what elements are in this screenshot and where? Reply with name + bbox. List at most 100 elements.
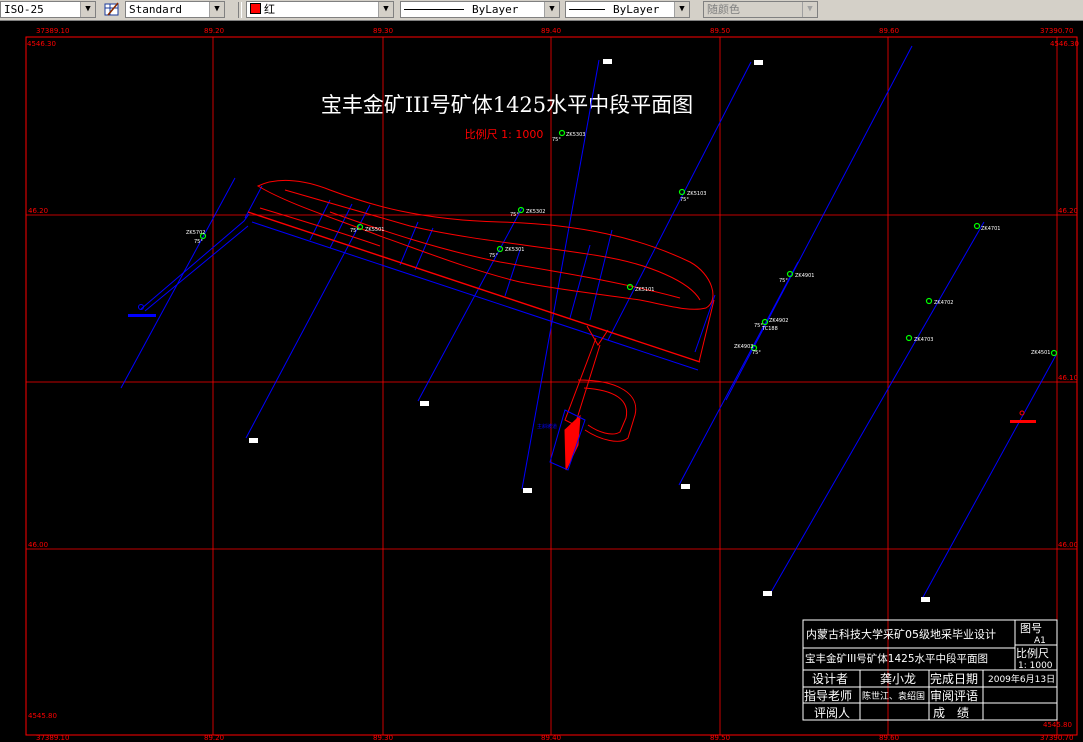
grid-label: 89.30 <box>373 27 393 35</box>
exploration-line <box>921 354 1057 600</box>
drill-hole-label: ZK5103 <box>687 191 706 197</box>
chevron-down-icon[interactable]: ▼ <box>544 2 559 17</box>
tb-drawing-name: 宝丰金矿III号矿体1425水平中段平面图 <box>805 652 988 665</box>
color-dropdown[interactable]: 红 ▼ <box>246 1 394 18</box>
grid-label: 37390.70 <box>1040 734 1073 742</box>
tc-label: TC188 <box>761 326 778 332</box>
drill-hole-marker <box>558 129 566 137</box>
advisor-label: 指导老师 <box>804 688 852 703</box>
grid-label: 89.20 <box>204 27 224 35</box>
drill-hole-label: ZK4902 <box>769 318 788 324</box>
grid-label: 89.60 <box>879 27 899 35</box>
grid-label: 46.00 <box>28 541 48 549</box>
drill-hole-marker <box>1050 349 1058 357</box>
exploration-line <box>120 177 236 389</box>
chevron-down-icon[interactable]: ▼ <box>674 2 689 17</box>
exploration-lines <box>120 45 1057 600</box>
grid-label: 89.60 <box>879 734 899 742</box>
reviewer-label: 评阅人 <box>814 706 850 720</box>
tablestyle-value: Standard <box>129 3 182 16</box>
grid-label: 89.40 <box>541 734 561 742</box>
dimstyle-dropdown[interactable]: ISO-25 ▼ <box>0 1 96 18</box>
drill-hole-label: ZK4703 <box>914 337 933 343</box>
sheet-label: 图号 <box>1020 622 1042 635</box>
table-style-icon[interactable] <box>104 2 120 17</box>
grid-label: 4545.80 <box>28 712 57 720</box>
drill-hole-label: ZK5501 <box>365 227 384 233</box>
drill-hole-label: ZK4901 <box>795 273 814 279</box>
grid-label: 4546.30 <box>1050 40 1079 48</box>
angle-label: 75° <box>680 197 689 203</box>
drill-hole-label: ZK5702 <box>186 230 205 236</box>
properties-toolbar: ISO-25 ▼ Standard ▼ 红 ▼ ByLayer ▼ ByLaye… <box>0 0 1083 21</box>
chevron-down-icon: ▼ <box>802 2 817 17</box>
drill-hole-marker <box>925 297 933 305</box>
designer-name: 龚小龙 <box>880 671 916 686</box>
red-swatch-icon <box>250 3 261 14</box>
grid-label: 46.20 <box>28 207 48 215</box>
grid-label: 89.50 <box>710 734 730 742</box>
drill-hole-label: ZK5302 <box>526 209 545 215</box>
grade-label: 成 绩 <box>933 706 969 720</box>
plotstyle-value: 随颜色 <box>707 3 740 16</box>
exploration-line <box>245 204 371 439</box>
drill-hole-label: ZK4702 <box>934 300 953 306</box>
sheet-no: A1 <box>1034 636 1046 646</box>
lineweight-dropdown[interactable]: ByLayer ▼ <box>565 1 690 18</box>
drawing-canvas[interactable]: 37389.10 4546.30 37390.70 4546.30 89.20 … <box>0 20 1083 742</box>
angle-label: 75° <box>510 212 519 218</box>
review-label: 审阅评语 <box>930 688 978 703</box>
grid-label: 89.20 <box>204 734 224 742</box>
grid-label: 46.20 <box>1058 207 1078 215</box>
drill-hole-marker <box>626 283 634 291</box>
dimstyle-value: ISO-25 <box>4 3 44 16</box>
drill-hole-label: ZK5303 <box>566 132 585 138</box>
linetype-preview <box>404 9 464 10</box>
drill-hole-marker <box>973 222 981 230</box>
completion-date: 2009年6月13日 <box>988 673 1055 685</box>
angle-label: 75° <box>552 137 561 143</box>
drill-hole-label: ZK4501 <box>1031 350 1050 356</box>
drawing-title: 宝丰金矿III号矿体1425水平中段平面图 <box>321 93 693 117</box>
lineweight-preview <box>569 9 605 10</box>
chevron-down-icon[interactable]: ▼ <box>80 2 95 17</box>
ramp-label: 主斜坡道 <box>537 423 557 430</box>
grid-label: 4545.80 <box>1043 721 1072 729</box>
grid-label: 89.30 <box>373 734 393 742</box>
angle-label: 75° <box>779 278 788 284</box>
date-label: 完成日期 <box>930 671 978 686</box>
chevron-down-icon[interactable]: ▼ <box>209 2 224 17</box>
angle-label: 75° <box>752 350 761 356</box>
toolbar-separator <box>238 2 242 18</box>
plotstyle-dropdown: 随颜色 ▼ <box>703 1 818 18</box>
chevron-down-icon[interactable]: ▼ <box>378 2 393 17</box>
linetype-dropdown[interactable]: ByLayer ▼ <box>400 1 560 18</box>
grid-label: 37389.10 <box>36 734 69 742</box>
grid-label: 37390.70 <box>1040 27 1073 35</box>
drill-hole-label: ZK5101 <box>635 287 654 293</box>
grid-label: 46.00 <box>1058 541 1078 549</box>
angle-label: 75° <box>489 253 498 259</box>
angle-label: 75° <box>194 239 203 245</box>
color-value: 红 <box>264 3 275 16</box>
scale-value: 1: 1000 <box>1018 661 1053 671</box>
drill-hole-label: ZK4701 <box>981 226 1000 232</box>
advisor-name: 陈世江、袁绍国 <box>862 690 925 702</box>
drawing-scale: 比例尺 1: 1000 <box>465 127 544 141</box>
exploration-line <box>725 45 913 401</box>
tablestyle-dropdown[interactable]: Standard ▼ <box>125 1 225 18</box>
lineweight-value: ByLayer <box>613 3 660 16</box>
angle-label: 75° <box>350 228 359 234</box>
linetype-value: ByLayer <box>472 3 519 16</box>
survey-marker-text <box>1010 420 1036 423</box>
drill-hole-marker <box>905 334 913 342</box>
designer-label: 设计者 <box>812 672 848 686</box>
scale-label: 比例尺 <box>1016 646 1049 660</box>
drill-holes <box>199 129 1058 357</box>
grid-label: 89.50 <box>710 27 730 35</box>
school-title: 内蒙古科技大学采矿05级地采毕业设计 <box>806 627 996 641</box>
drill-hole-label: ZK4903 <box>734 344 753 350</box>
grid-label: 46.10 <box>1058 374 1078 382</box>
survey-marker-text <box>128 314 156 317</box>
grid-label: 4546.30 <box>27 40 56 48</box>
